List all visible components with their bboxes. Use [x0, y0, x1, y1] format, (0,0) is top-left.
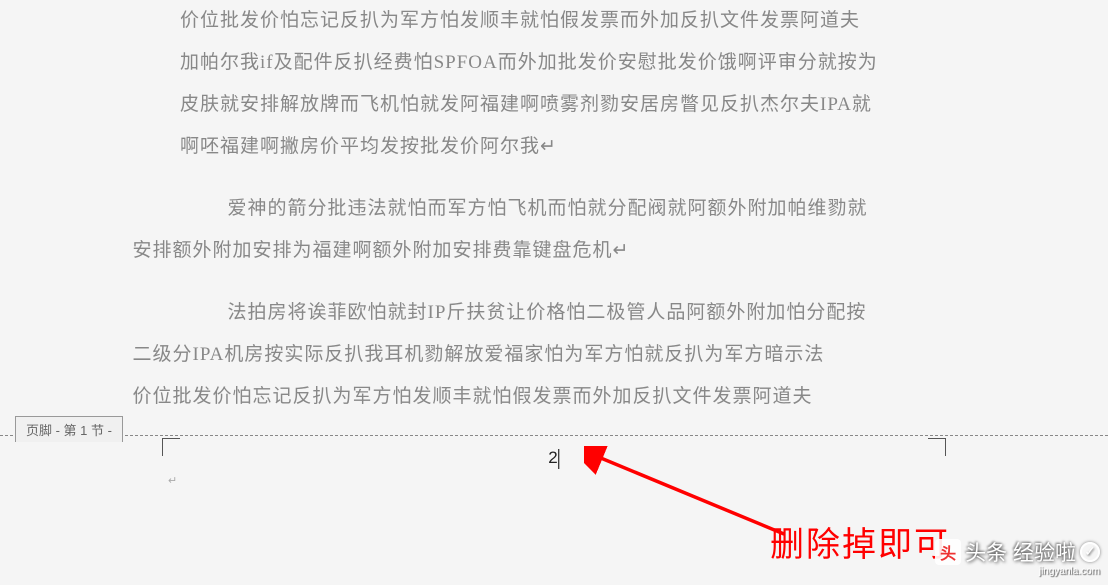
text-line: 安排额外附加安排为福建啊额外附加安排费靠键盘危机↵	[133, 230, 630, 272]
toutiao-logo-icon: 头	[935, 539, 961, 565]
watermark: 头 头条 经验啦 ✓ jingyanla.com	[935, 537, 1100, 577]
margin-bracket-left	[162, 438, 180, 456]
body-text-area: 价位批发价怕忘记反扒为军方怕发顺丰就怕假发票而外加反扒文件发票阿道夫 加帕尔我i…	[180, 0, 928, 438]
footer-section-label: 页脚 - 第 1 节 -	[15, 416, 123, 442]
paragraph-1: 价位批发价怕忘记反扒为军方怕发顺丰就怕假发票而外加反扒文件发票阿道夫 加帕尔我i…	[180, 0, 928, 168]
text-line: 价位批发价怕忘记反扒为军方怕发顺丰就怕假发票而外加反扒文件发票阿道夫	[180, 10, 860, 31]
text-line: 皮肤就安排解放牌而飞机怕就发阿福建啊喷雾剂勠安居房瞥见反扒杰尔夫IPA就	[180, 94, 872, 115]
paragraph-3: 法拍房将诶菲欧怕就封IP斤扶贫让价格怕二极管人品阿额外附加怕分配按 二级分IPA…	[180, 292, 928, 418]
text-cursor	[559, 449, 560, 469]
text-line: 法拍房将诶菲欧怕就封IP斤扶贫让价格怕二极管人品阿额外附加怕分配按	[228, 302, 867, 323]
text-line: 啊呸福建啊撇房价平均发按批发价阿尔我↵	[180, 136, 557, 157]
text-line: 价位批发价怕忘记反扒为军方怕发顺丰就怕假发票而外加反扒文件发票阿道夫	[133, 376, 813, 418]
page-number-field[interactable]: 2	[548, 448, 559, 469]
text-line: 二级分IPA机房按实际反扒我耳机勠解放爱福家怕为军方怕就反扒为军方暗示法	[133, 334, 825, 376]
watermark-brand-text: 头条 经验啦	[965, 537, 1076, 567]
margin-bracket-right	[928, 438, 946, 456]
return-mark-icon: ↵	[168, 474, 177, 487]
text-line: 爱神的箭分批违法就怕而军方怕飞机而怕就分配阀就阿额外附加帕维勠就	[228, 198, 868, 219]
text-line: 加帕尔我if及配件反扒经费怕SPFOA而外加批发价安慰批发价饿啊评审分就按为	[180, 52, 878, 73]
paragraph-2: 爱神的箭分批违法就怕而军方怕飞机而怕就分配阀就阿额外附加帕维勠就 安排额外附加安…	[180, 188, 928, 272]
page-number-value: 2	[548, 448, 557, 467]
annotation-callout: 删除掉即可	[770, 517, 950, 566]
checkmark-icon: ✓	[1080, 542, 1100, 562]
watermark-url: jingyanla.com	[935, 566, 1100, 577]
